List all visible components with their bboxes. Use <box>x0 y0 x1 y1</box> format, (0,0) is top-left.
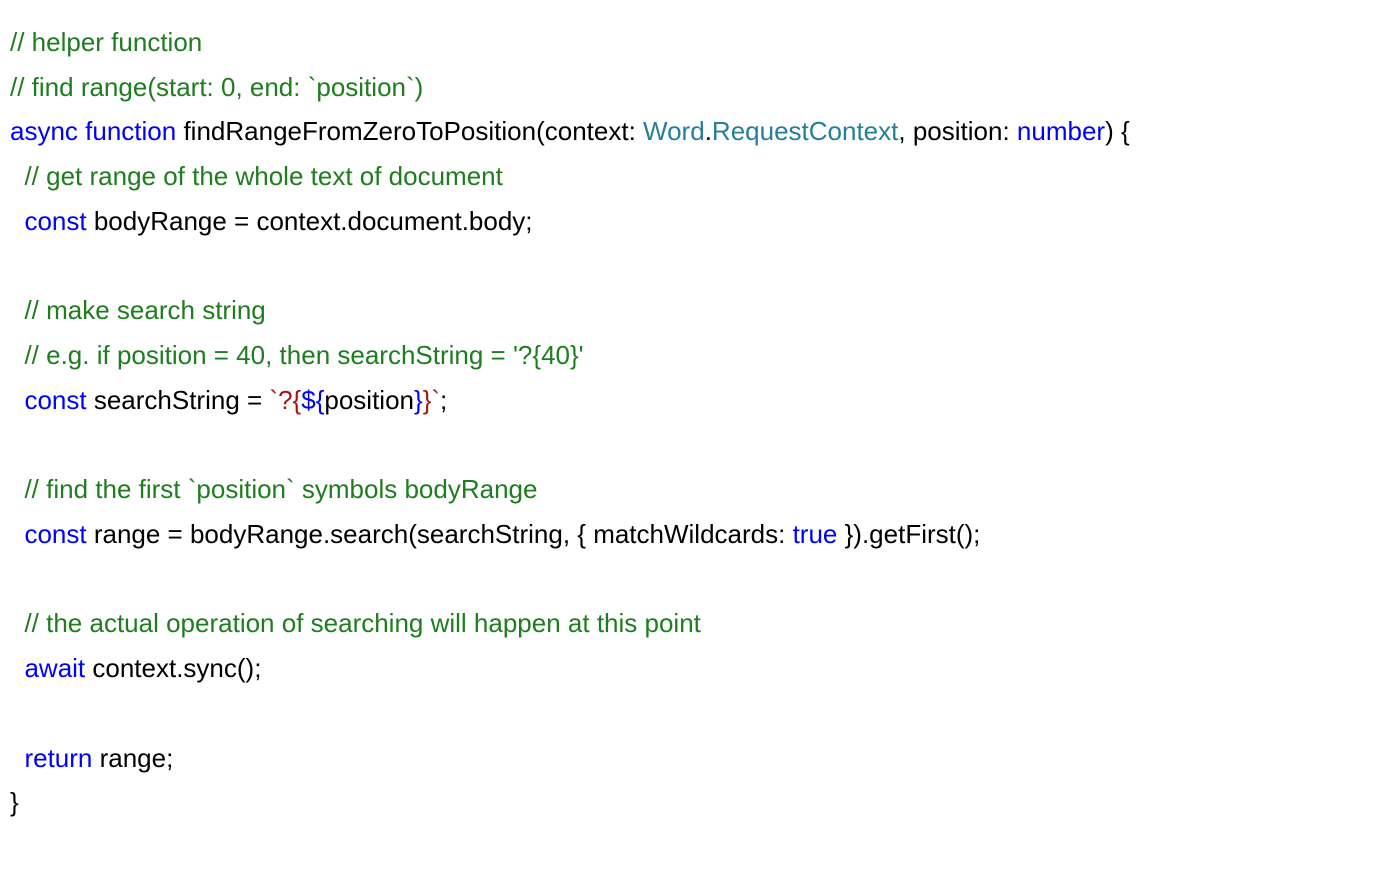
code-text: ( <box>536 116 545 146</box>
code-type: number <box>1017 116 1105 146</box>
code-string: `?{ <box>269 385 301 415</box>
code-indent <box>10 206 24 236</box>
code-comment: // find the first `position` symbols bod… <box>10 474 537 504</box>
code-text: context.sync(); <box>85 653 261 683</box>
code-comment: // helper function <box>10 27 202 57</box>
code-text: bodyRange = context.document.body; <box>87 206 533 236</box>
code-comment: // get range of the whole text of docume… <box>10 161 503 191</box>
code-text: : <box>629 116 643 146</box>
code-text: . <box>705 116 712 146</box>
code-keyword: const <box>24 206 86 236</box>
code-keyword: await <box>24 653 85 683</box>
code-interp-close: } <box>414 385 423 415</box>
code-text: range = bodyRange.search(searchString, {… <box>87 519 793 549</box>
code-keyword: const <box>24 519 86 549</box>
code-indent <box>10 385 24 415</box>
code-keyword: const <box>24 385 86 415</box>
code-text: ; <box>440 385 447 415</box>
code-text: ) { <box>1105 116 1130 146</box>
code-block: // helper function // find range(start: … <box>0 0 1390 835</box>
code-text: }).getFirst(); <box>837 519 980 549</box>
code-type: Word <box>643 116 705 146</box>
code-comment: // find range(start: 0, end: `position`) <box>10 72 423 102</box>
code-interp-open: ${ <box>301 385 324 415</box>
code-comment: // make search string <box>10 295 266 325</box>
code-keyword: function <box>85 116 176 146</box>
code-keyword: return <box>24 743 92 773</box>
code-indent <box>10 519 24 549</box>
code-comment: // the actual operation of searching wil… <box>10 608 701 638</box>
code-indent <box>10 653 24 683</box>
code-brace: } <box>10 787 19 817</box>
code-string: }` <box>423 385 440 415</box>
code-text: : <box>1002 116 1016 146</box>
code-keyword: true <box>793 519 838 549</box>
code-param: context <box>545 116 629 146</box>
code-text: searchString = <box>87 385 270 415</box>
code-keyword: async <box>10 116 78 146</box>
code-text: , <box>898 116 912 146</box>
code-comment: // e.g. if position = 40, then searchStr… <box>10 340 584 370</box>
code-type: RequestContext <box>712 116 898 146</box>
code-param: position <box>913 116 1003 146</box>
code-indent <box>10 743 24 773</box>
code-interp-expr: position <box>324 385 414 415</box>
code-function-name: findRangeFromZeroToPosition <box>176 116 536 146</box>
code-text: range; <box>92 743 173 773</box>
